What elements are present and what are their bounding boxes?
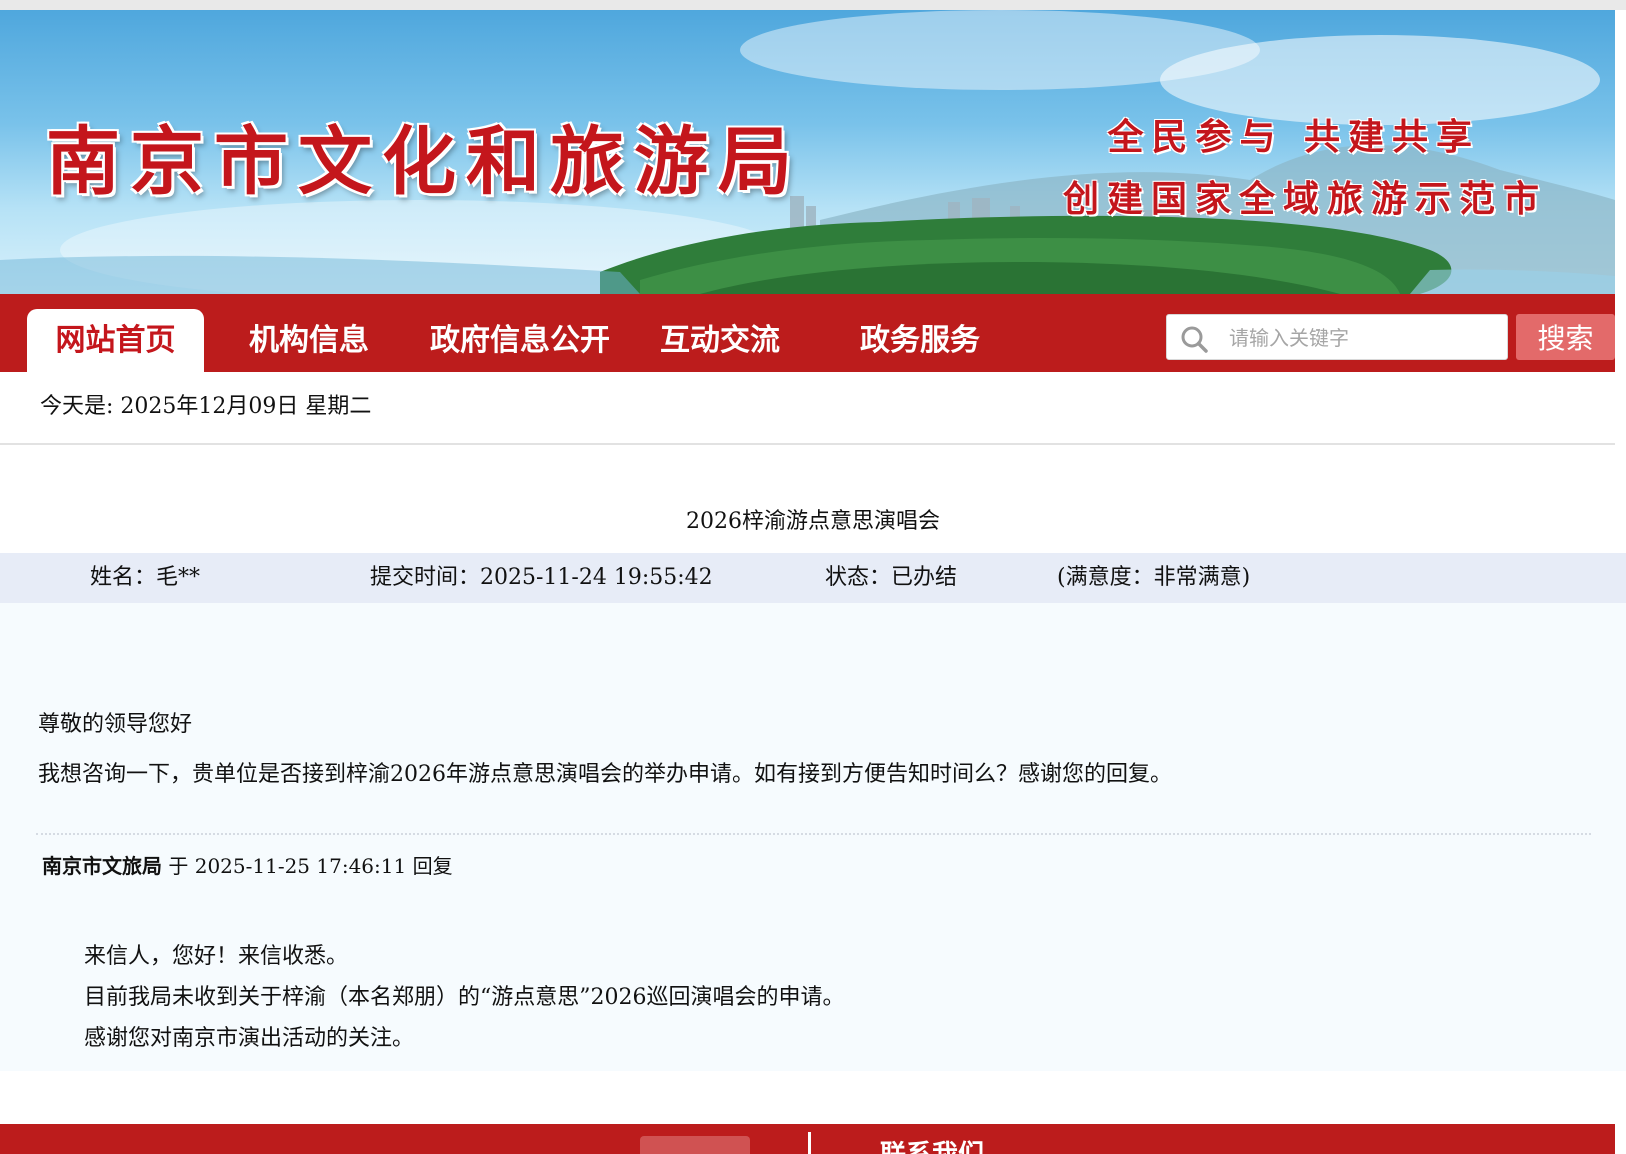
meta-bar: 姓名：毛** 提交时间：2025-11-24 19:55:42 状态：已办结 (… bbox=[0, 553, 1626, 603]
footer-logo bbox=[640, 1136, 750, 1154]
reply-paragraph-3: 感谢您对南京市演出活动的关注。 bbox=[84, 1026, 415, 1051]
reply-paragraph-1: 来信人，您好！来信收悉。 bbox=[84, 944, 349, 969]
letter-question: 我想咨询一下，贵单位是否接到梓渝2026年游点意思演唱会的举办申请。如有接到方便… bbox=[38, 762, 1172, 787]
reply-divider bbox=[36, 833, 1591, 835]
search-icon bbox=[1181, 326, 1208, 353]
footer: 联系我们 bbox=[0, 1124, 1615, 1154]
nav-item-gov-info[interactable]: 政府信息公开 bbox=[410, 309, 630, 372]
nav-item-services[interactable]: 政务服务 bbox=[845, 309, 995, 372]
search-input[interactable] bbox=[1227, 319, 1501, 357]
search-button[interactable]: 搜索 bbox=[1516, 314, 1615, 360]
letter-greeting: 尊敬的领导您好 bbox=[38, 712, 193, 737]
page: 南京市文化和旅游局 全民参与 共建共享 创建国家全域旅游示范市 网站首页 机构信… bbox=[0, 0, 1626, 1154]
meta-satisfaction: (满意度：非常满意) bbox=[1057, 565, 1251, 590]
site-title: 南京市文化和旅游局 bbox=[46, 119, 802, 205]
meta-name: 姓名：毛** bbox=[90, 565, 201, 590]
meta-submit-time: 提交时间：2025-11-24 19:55:42 bbox=[370, 565, 713, 590]
header-banner: 南京市文化和旅游局 全民参与 共建共享 创建国家全域旅游示范市 bbox=[0, 10, 1615, 294]
article-title: 2026梓渝游点意思演唱会 bbox=[686, 509, 940, 534]
footer-separator bbox=[808, 1132, 811, 1154]
top-strip bbox=[0, 0, 1626, 10]
reply-header: 南京市文旅局 于 2025-11-25 17:46:11 回复 bbox=[42, 850, 453, 879]
slogan-line-1: 全民参与 共建共享 bbox=[1107, 116, 1480, 158]
main-nav: 网站首页 机构信息 政府信息公开 互动交流 政务服务 搜索 bbox=[0, 294, 1615, 372]
reply-time: 于 2025-11-25 17:46:11 回复 bbox=[162, 854, 453, 878]
nav-item-home[interactable]: 网站首页 bbox=[27, 309, 204, 372]
reply-paragraph-2: 目前我局未收到关于梓渝（本名郑朋）的“游点意思”2026巡回演唱会的申请。 bbox=[84, 985, 845, 1010]
nav-item-interaction[interactable]: 互动交流 bbox=[645, 309, 795, 372]
slogan-line-2: 创建国家全域旅游示范市 bbox=[1062, 178, 1547, 220]
date-line: 今天是: 2025年12月09日 星期二 bbox=[40, 394, 372, 419]
contact-us-link[interactable]: 联系我们 bbox=[880, 1134, 984, 1154]
search-box bbox=[1166, 314, 1508, 360]
meta-status: 状态：已办结 bbox=[825, 565, 958, 590]
nav-item-organization[interactable]: 机构信息 bbox=[234, 309, 384, 372]
date-divider bbox=[0, 443, 1615, 445]
reply-org: 南京市文旅局 bbox=[42, 854, 162, 878]
